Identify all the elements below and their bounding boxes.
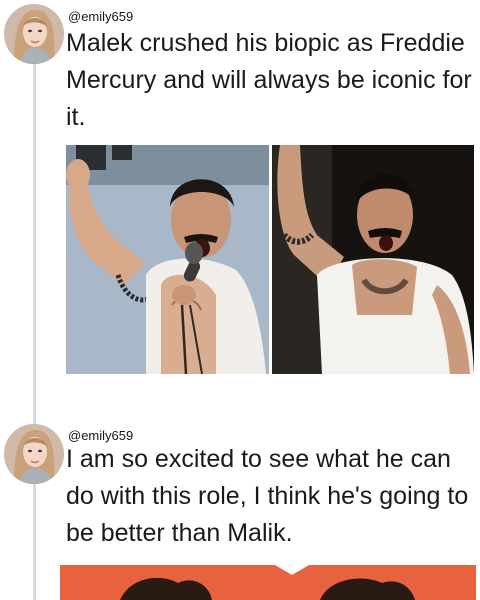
thread-line — [33, 64, 36, 600]
photo-left[interactable] — [66, 145, 269, 374]
avatar[interactable] — [4, 4, 64, 64]
performer-photo-right — [272, 145, 474, 374]
tweet-text: Malek crushed his biopic as Freddie Merc… — [66, 29, 472, 131]
avatar[interactable] — [4, 424, 64, 484]
media-preview-image — [60, 565, 476, 600]
tweet-text: I am so excited to see what he can do wi… — [66, 445, 469, 547]
performer-photo-left — [66, 145, 269, 374]
tweet-media[interactable] — [66, 145, 474, 374]
photo-right[interactable] — [272, 145, 474, 374]
avatar-image — [4, 4, 64, 64]
tweet-media-preview[interactable] — [60, 565, 476, 600]
avatar-image — [4, 424, 64, 484]
tweet-handle[interactable]: @emily659 — [68, 9, 133, 24]
